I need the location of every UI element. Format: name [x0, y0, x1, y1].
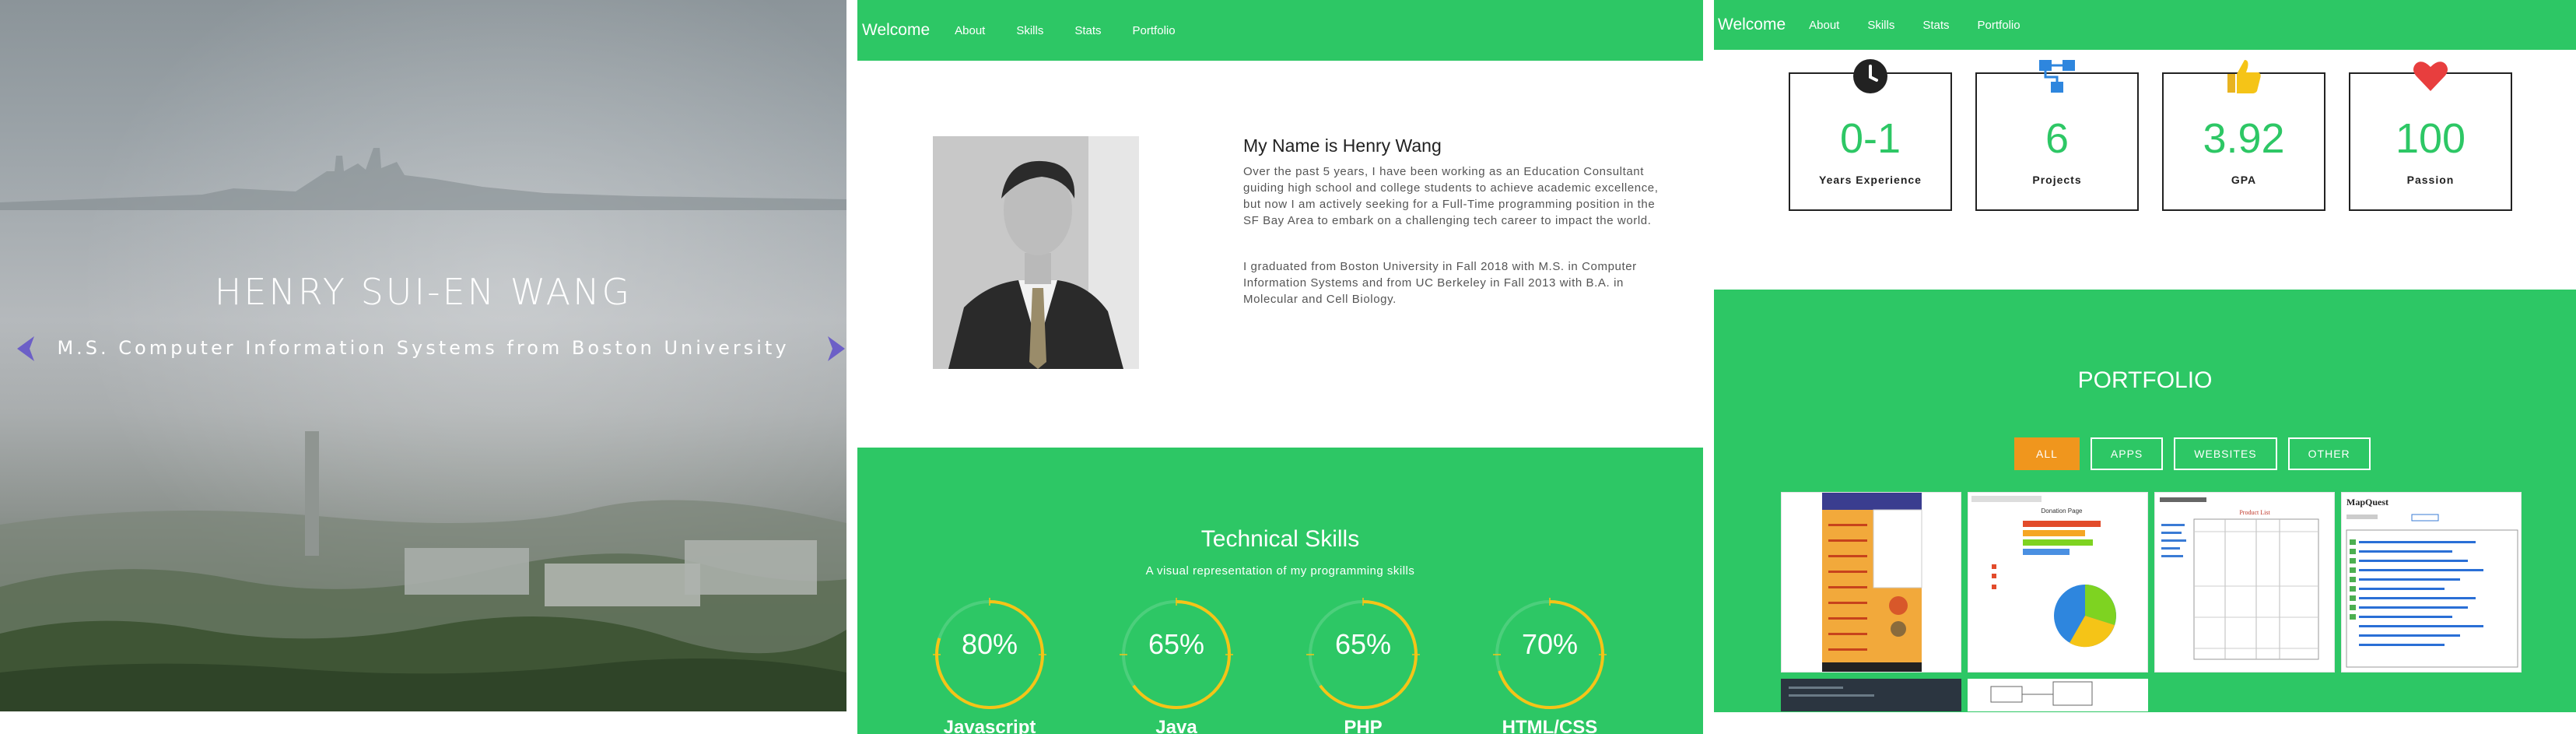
skills-heading: Technical Skills	[1200, 526, 1360, 552]
hero-section: HENRY SUI-EN WANG M.S. Computer Informat…	[0, 0, 846, 711]
portfolio-item-donation-page[interactable]: Donation Page	[1968, 492, 2148, 673]
nav-brand-link[interactable]: Welcome	[1718, 16, 1786, 34]
stat-label: Passion	[2406, 174, 2455, 186]
chevron-left-icon	[17, 336, 34, 361]
stat-label: Years Experience	[1819, 174, 1922, 186]
stat-card-gpa: 3.92 GPA	[2162, 60, 2325, 211]
stat-value: 100	[2395, 115, 2466, 162]
skill-php: 65% PHP	[1301, 592, 1425, 734]
stat-card-projects: 6 Projects	[1975, 60, 2139, 211]
filter-websites-button[interactable]: WEBSITES	[2174, 437, 2277, 470]
portfolio-item-mapquest[interactable]: MapQuest	[2341, 492, 2522, 673]
hero-degree-subtitle: M.S. Computer Information Systems from B…	[57, 337, 790, 359]
hero-name-heading: HENRY SUI-EN WANG	[214, 271, 633, 313]
nav-link-about[interactable]: About	[1809, 19, 1839, 32]
portfolio-heading: PORTFOLIO	[2077, 367, 2213, 393]
thumbs-up-icon	[2227, 60, 2261, 93]
stat-label: GPA	[2231, 174, 2257, 186]
nav-link-skills[interactable]: Skills	[1867, 19, 1894, 32]
sitemap-icon	[2039, 60, 2075, 93]
skill-name: Java	[1155, 717, 1197, 734]
nav-link-portfolio[interactable]: Portfolio	[1133, 24, 1176, 37]
clock-icon	[1853, 59, 1887, 93]
code-editor-screenshot	[1781, 679, 1961, 711]
about-section: My Name is Henry Wang Over the past 5 ye…	[857, 61, 1703, 448]
product-title: Product List	[2239, 509, 2270, 516]
nav-link-stats[interactable]: Stats	[1922, 19, 1949, 32]
skills-subheading: A visual representation of my programmin…	[1145, 564, 1415, 578]
nav-link-skills[interactable]: Skills	[1016, 24, 1043, 37]
filter-other-button[interactable]: OTHER	[2287, 437, 2371, 470]
stat-label: Projects	[2032, 174, 2082, 186]
navbar: Welcome About Skills Stats Portfolio	[1714, 0, 2576, 50]
mobile-app-screenshot	[1782, 493, 1961, 672]
navbar: Welcome About Skills Stats Portfolio	[857, 0, 1703, 61]
filter-apps-button[interactable]: APPS	[2090, 437, 2164, 470]
portfolio-item-code-editor[interactable]	[1781, 679, 1961, 711]
skill-html-css: 70% HTML/CSS	[1488, 592, 1612, 734]
portfolio-item-diagram[interactable]	[1968, 679, 2148, 711]
nav-brand-link[interactable]: Welcome	[862, 21, 930, 40]
skill-name: PHP	[1344, 717, 1383, 734]
skill-name: Javascript	[943, 717, 1036, 734]
mapquest-screenshot: MapQuest	[2342, 493, 2521, 672]
city-skyline-image	[0, 148, 846, 210]
portfolio-item-mobile-app[interactable]	[1781, 492, 1961, 673]
portfolio-item-product-list[interactable]: Product List	[2154, 492, 2335, 673]
stats-section: 0-1 Years Experience 6 Projects 3.92 GPA	[1714, 50, 2576, 290]
mapquest-title: MapQuest	[2346, 497, 2388, 507]
skill-percent: 70%	[1521, 628, 1579, 660]
carousel-next-button[interactable]	[825, 335, 846, 363]
stat-value: 6	[2045, 115, 2070, 162]
skill-percent: 65%	[1148, 628, 1205, 660]
nav-link-about[interactable]: About	[955, 24, 985, 37]
nav-link-portfolio[interactable]: Portfolio	[1978, 19, 2020, 32]
filter-all-button[interactable]: ALL	[2014, 437, 2080, 470]
skills-section: Technical Skills A visual representation…	[857, 448, 1703, 734]
carousel-prev-button[interactable]	[14, 335, 37, 363]
portfolio-section: PORTFOLIO ALL APPS WEBSITES OTHER Donati…	[1714, 290, 2576, 712]
stat-card-experience: 0-1 Years Experience	[1789, 59, 1952, 211]
stat-value: 3.92	[2203, 115, 2285, 162]
heart-icon	[2413, 61, 2448, 91]
about-paragraph-2: I graduated from Boston University in Fa…	[1243, 260, 1637, 306]
stats-portfolio-section: Welcome About Skills Stats Portfolio 0-1…	[1714, 0, 2576, 734]
donation-page-screenshot: Donation Page	[1968, 493, 2147, 672]
skill-percent: 80%	[961, 628, 1018, 660]
stat-value: 0-1	[1839, 115, 1901, 162]
chevron-right-icon	[828, 336, 845, 361]
about-skills-section: Welcome About Skills Stats Portfolio My …	[857, 0, 1703, 734]
diagram-screenshot	[1968, 679, 2148, 711]
skill-java: 65% Java	[1114, 592, 1239, 734]
campus-landscape-image	[0, 431, 846, 711]
skill-percent: 65%	[1334, 628, 1392, 660]
profile-photo	[933, 136, 1139, 369]
product-list-screenshot: Product List	[2155, 493, 2334, 672]
nav-link-stats[interactable]: Stats	[1074, 24, 1101, 37]
portfolio-filters: ALL APPS WEBSITES OTHER	[2014, 437, 2371, 470]
donation-title: Donation Page	[2042, 507, 2083, 515]
skill-javascript: 80% Javascript	[927, 592, 1052, 734]
stat-card-passion: 100 Passion	[2349, 61, 2512, 211]
skill-name: HTML/CSS	[1502, 717, 1598, 734]
about-paragraph-1: Over the past 5 years, I have been worki…	[1243, 165, 1659, 227]
about-heading: My Name is Henry Wang	[1243, 135, 1442, 156]
